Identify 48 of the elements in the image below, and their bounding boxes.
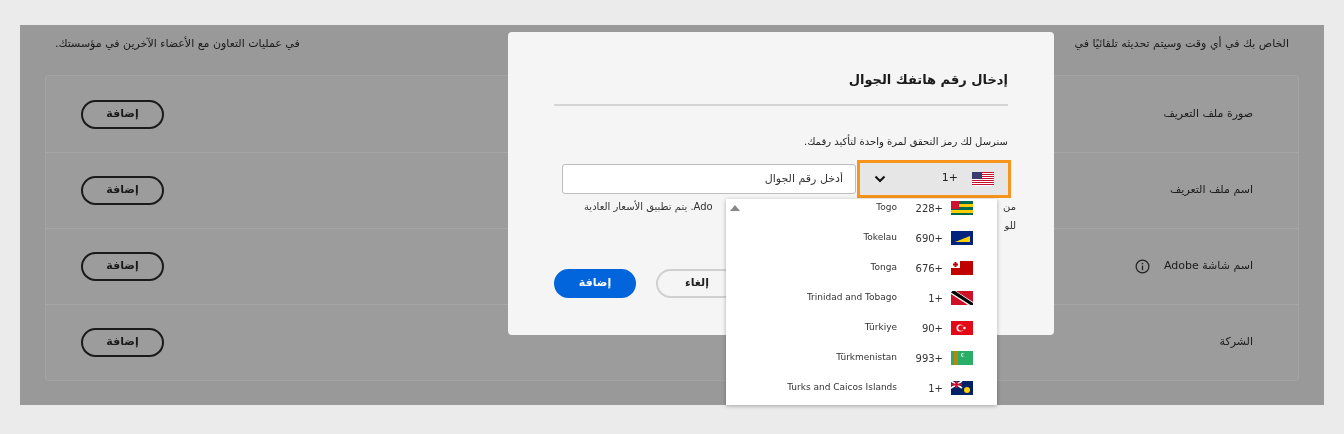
striped-flag-icon	[951, 201, 973, 215]
add-button[interactable]: إضافة	[81, 99, 164, 129]
description-text: الخاص بك في أي وقت وسيتم تحديثه تلقائيًا في	[1074, 35, 1289, 52]
country-code: 676+	[914, 261, 943, 276]
add-button[interactable]: إضافة	[81, 176, 164, 205]
add-button[interactable]: إضافة	[81, 328, 164, 357]
country-name: Turks and Caicos Islands	[787, 381, 897, 395]
description-text: في عمليات التعاون مع الأعضاء الآخرين في مؤسستك.	[55, 35, 300, 52]
field-label: صورة ملف التعريف	[1163, 105, 1253, 122]
note-text: Ado. يتم تطبيق الأسعار العادية	[584, 199, 713, 215]
info-icon[interactable]	[1134, 259, 1150, 274]
country-code: 993+	[914, 351, 943, 366]
crescent-flag-icon	[951, 321, 973, 335]
crescent-flag-icon	[951, 351, 973, 365]
chevron-down-icon	[874, 174, 886, 183]
boat-flag-icon	[951, 231, 973, 245]
field-label: اسم شاشة Adobe	[1163, 258, 1253, 275]
country-code: 1+	[927, 291, 943, 306]
field-label: الشركة	[1219, 334, 1253, 351]
country-select[interactable]: 1+	[860, 162, 1008, 195]
dialog-title: إدخال رقم هاتفك الجوال	[847, 71, 1008, 89]
country-code: 90+	[920, 321, 943, 336]
country-option[interactable]: Türkiye 90+	[726, 313, 997, 343]
union-flag-icon	[951, 381, 973, 395]
dialog-message: سنرسل لك رمز التحقق لمرة واحدة لتأكيد رقمك.	[803, 133, 1008, 149]
country-code: 1+	[927, 381, 943, 396]
country-name: Türkmenistan	[836, 351, 897, 365]
scroll-up-icon[interactable]	[730, 205, 740, 211]
country-name: Tokelau	[863, 231, 897, 245]
cross-flag-icon	[951, 261, 973, 275]
country-name: Türkiye	[864, 321, 897, 335]
country-option[interactable]: Tokelau 690+	[726, 223, 997, 253]
country-option[interactable]: Türkmenistan 993+	[726, 343, 997, 373]
country-name: Togo	[876, 201, 897, 215]
add-button[interactable]: إضافة	[81, 252, 164, 281]
striped-flag-icon	[972, 171, 994, 186]
diagonal-flag-icon	[951, 291, 973, 305]
country-option[interactable]: Togo 228+	[726, 199, 997, 223]
country-code: 228+	[914, 201, 943, 216]
country-name: Tonga	[870, 261, 897, 275]
field-label: اسم ملف التعريف	[1169, 182, 1253, 199]
note-text: للو	[1003, 218, 1016, 233]
country-code: 690+	[914, 231, 943, 246]
country-name: Trinidad and Tobago	[806, 291, 897, 305]
country-option[interactable]: Turks and Caicos Islands 1+	[726, 373, 997, 403]
country-code: 1+	[941, 170, 958, 187]
note-text: من	[1003, 199, 1016, 214]
add-button[interactable]: إضافة	[554, 268, 636, 298]
